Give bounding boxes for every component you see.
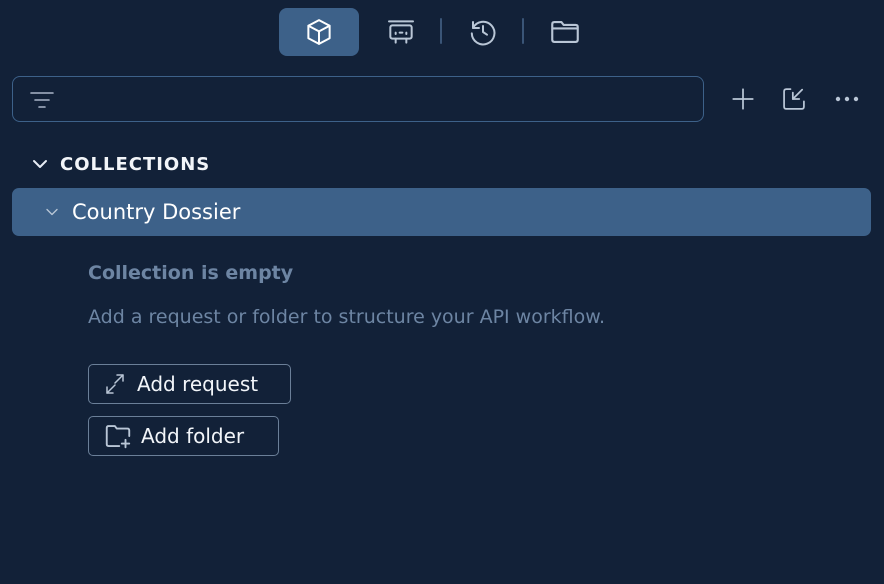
add-collection-button[interactable] — [728, 84, 758, 114]
search-box — [12, 76, 704, 122]
environment-icon — [388, 20, 414, 44]
folder-icon — [551, 21, 579, 43]
add-request-label: Add request — [137, 372, 259, 396]
chevron-down-icon — [46, 208, 58, 216]
empty-state-title: Collection is empty — [88, 262, 294, 284]
collection-name: Country Dossier — [72, 200, 241, 224]
tab-history[interactable] — [454, 8, 512, 56]
top-tab-bar — [0, 0, 884, 64]
more-options-button[interactable] — [832, 84, 862, 114]
collection-item[interactable]: Country Dossier — [12, 188, 871, 236]
tab-environments[interactable] — [372, 8, 430, 56]
folder-plus-icon — [105, 425, 131, 449]
history-icon — [470, 20, 496, 46]
tab-separator — [440, 18, 442, 44]
collections-section-header[interactable]: COLLECTIONS — [28, 150, 210, 178]
add-folder-label: Add folder — [141, 424, 245, 448]
search-input[interactable] — [69, 83, 693, 117]
collections-title: COLLECTIONS — [60, 153, 211, 175]
cube-icon — [307, 19, 331, 45]
import-icon — [783, 88, 805, 110]
chevron-down-icon — [33, 160, 47, 168]
request-arrows-icon — [106, 374, 124, 394]
tab-separator — [522, 18, 524, 44]
import-button[interactable] — [779, 84, 809, 114]
tab-files[interactable] — [536, 8, 594, 56]
filter-icon — [29, 89, 55, 115]
empty-state-description: Add a request or folder to structure you… — [88, 306, 606, 328]
more-icon — [835, 96, 859, 102]
collections-panel: COLLECTIONS Country Dossier Collection i… — [0, 0, 884, 584]
add-request-button[interactable]: Add request — [88, 364, 291, 404]
tab-collections[interactable] — [279, 8, 359, 56]
plus-icon — [732, 88, 754, 110]
add-folder-button[interactable]: Add folder — [88, 416, 279, 456]
